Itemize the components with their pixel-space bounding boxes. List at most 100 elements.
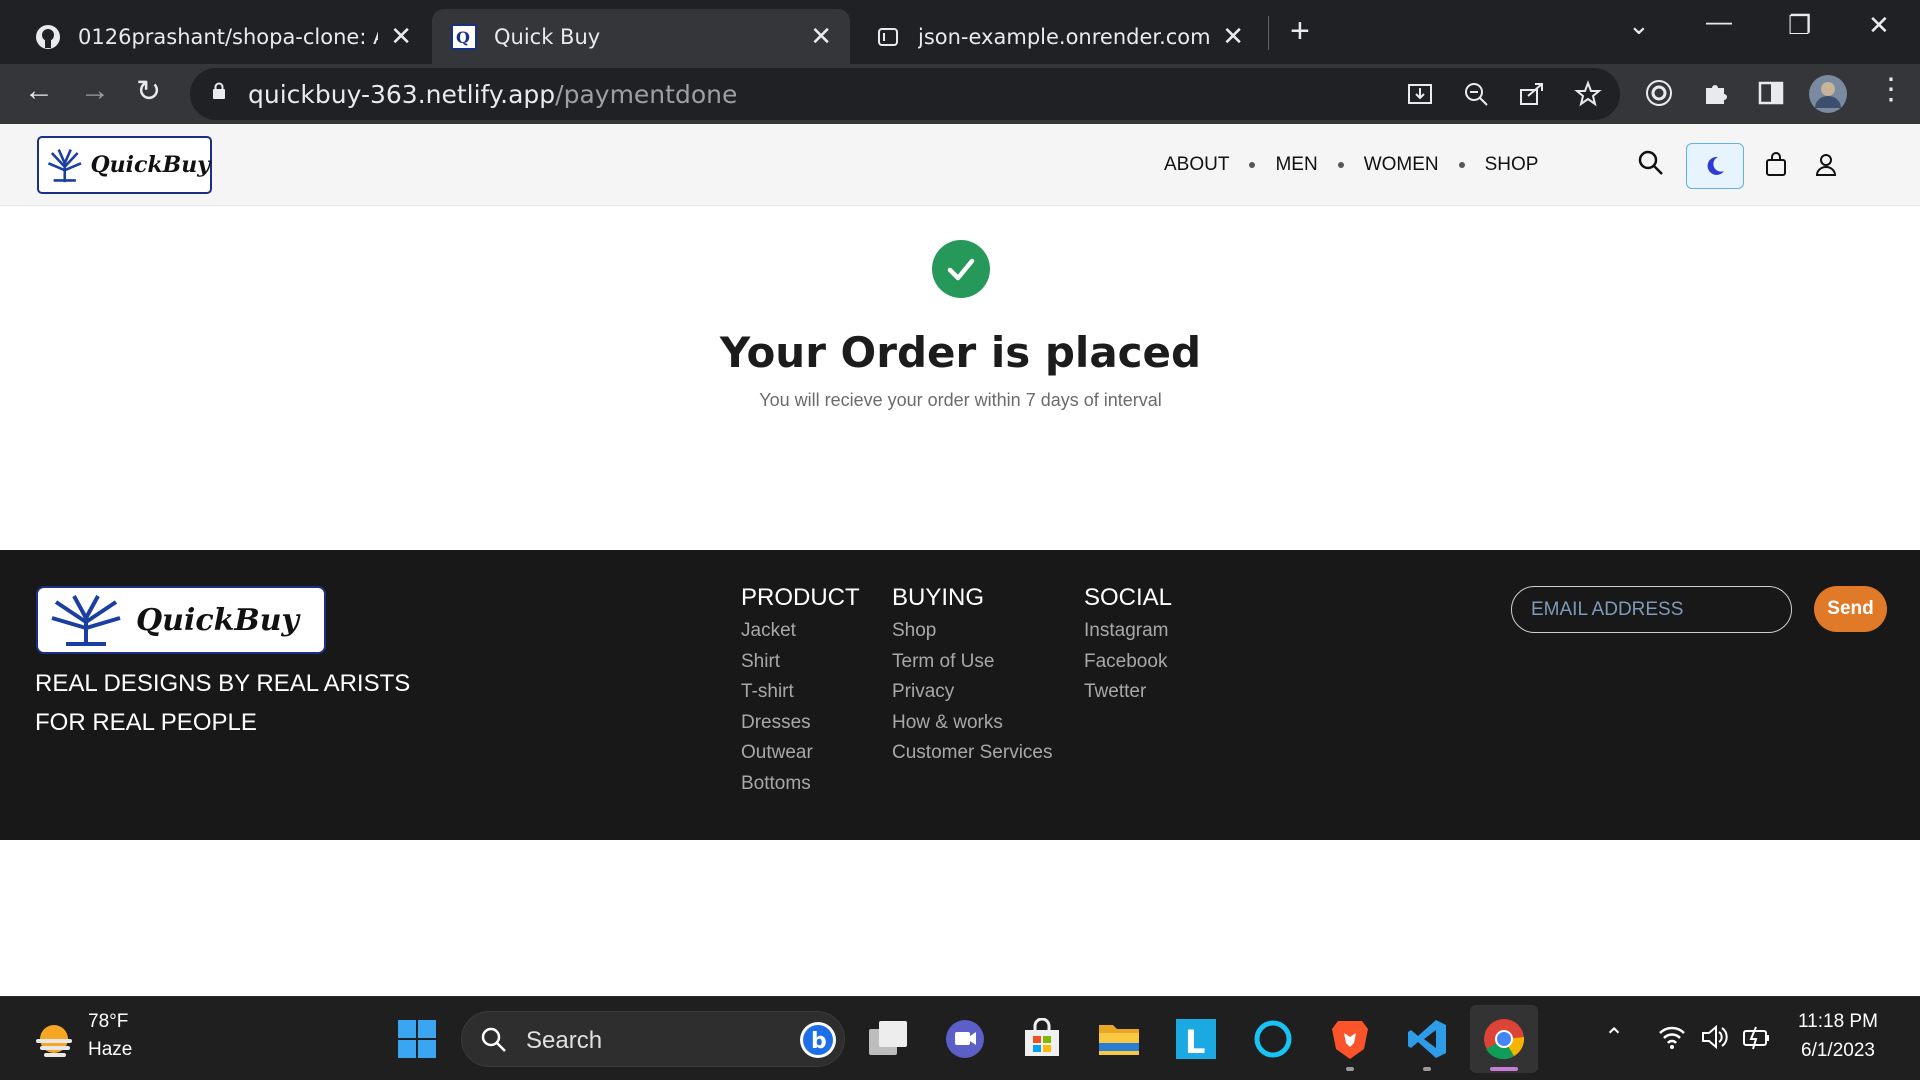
cortana-icon[interactable] (1249, 1015, 1297, 1063)
footer-link[interactable]: Term of Use (892, 647, 1053, 678)
user-icon[interactable] (1814, 152, 1838, 176)
close-icon[interactable]: ✕ (810, 22, 832, 52)
footer-link[interactable]: Outwear (741, 738, 860, 769)
minimize-icon[interactable]: — (1706, 6, 1732, 37)
footer-link[interactable]: Customer Services (892, 738, 1053, 769)
chrome-icon[interactable] (1480, 1015, 1528, 1063)
footer-link[interactable]: Jacket (741, 616, 860, 647)
task-view-icon[interactable] (864, 1015, 912, 1063)
url-host: quickbuy-363.netlify.app (248, 80, 556, 109)
footer-link[interactable]: Facebook (1084, 647, 1172, 678)
footer-logo[interactable]: QuickBuy (36, 586, 326, 654)
microsoft-store-icon[interactable] (1018, 1015, 1066, 1063)
footer-link[interactable]: Bottoms (741, 769, 860, 800)
clock-date[interactable]: 6/1/2023 (1801, 1040, 1875, 1062)
footer-link[interactable]: Dresses (741, 708, 860, 739)
vscode-icon[interactable] (1403, 1015, 1451, 1063)
github-icon (34, 23, 62, 51)
back-icon[interactable]: ← (24, 74, 54, 108)
bing-icon[interactable]: b (798, 1020, 838, 1060)
browser-toolbar: ← → ↻ quickbuy-363.netlify.app/paymentdo… (0, 64, 1920, 124)
quickbuy-favicon: Q (450, 23, 478, 51)
nav-men[interactable]: MEN (1275, 154, 1317, 176)
order-confirmation: Your Order is placed You will recieve yo… (0, 206, 1920, 550)
nav-dot (1249, 162, 1256, 168)
browser-menu-icon[interactable]: ⋮ (1876, 72, 1906, 107)
forward-icon[interactable]: → (80, 74, 110, 108)
nav-women[interactable]: WOMEN (1364, 154, 1439, 176)
share-icon[interactable] (1518, 80, 1546, 108)
show-hidden-icons-icon[interactable]: ⌃ (1604, 1023, 1624, 1052)
tab-quick-buy[interactable]: Q Quick Buy ✕ (432, 9, 850, 64)
l-app-icon[interactable]: L (1172, 1015, 1220, 1063)
search-icon[interactable] (1637, 149, 1665, 177)
tab-search-icon[interactable]: ⌄ (1628, 10, 1650, 41)
send-button[interactable]: Send (1814, 586, 1887, 632)
brave-browser-icon[interactable] (1326, 1015, 1374, 1063)
address-bar[interactable]: quickbuy-363.netlify.app/paymentdone (190, 68, 1620, 120)
running-indicator (1346, 1067, 1354, 1071)
install-icon[interactable] (1406, 80, 1434, 108)
shopping-bag-icon[interactable] (1764, 151, 1788, 177)
teams-chat-icon[interactable] (941, 1015, 989, 1063)
extension-target-icon[interactable] (1644, 78, 1674, 108)
tagline-line-2: FOR REAL PEOPLE (35, 709, 257, 736)
bookmark-star-icon[interactable] (1574, 80, 1602, 108)
svg-text:b: b (811, 1029, 827, 1054)
url-text[interactable]: quickbuy-363.netlify.app/paymentdone (248, 80, 737, 109)
extensions-puzzle-icon[interactable] (1700, 78, 1730, 108)
nav-shop[interactable]: SHOP (1485, 154, 1539, 176)
footer-link[interactable]: How & works (892, 708, 1053, 739)
footer-column-social: SOCIAL Instagram Facebook Twetter (1084, 584, 1172, 708)
tab-separator (1268, 16, 1269, 50)
svg-text:L: L (1185, 1023, 1205, 1060)
logo-text: QuickBuy (90, 152, 210, 178)
tab-github[interactable]: 0126prashant/shopa-clone: A full ✕ (16, 9, 430, 64)
taskbar-search[interactable]: Search b (461, 1011, 845, 1067)
browser-tabstrip: 0126prashant/shopa-clone: A full ✕ Q Qui… (0, 0, 1920, 64)
new-tab-icon[interactable]: + (1290, 12, 1310, 51)
close-icon[interactable]: ✕ (390, 22, 412, 52)
site-footer: QuickBuy REAL DESIGNS BY REAL ARISTS FOR… (0, 550, 1920, 840)
active-indicator (1490, 1067, 1518, 1071)
main-nav: ABOUT MEN WOMEN SHOP (1164, 154, 1538, 176)
battery-charging-icon[interactable] (1742, 1023, 1772, 1051)
footer-column-product: PRODUCT Jacket Shirt T-shirt Dresses Out… (741, 584, 860, 799)
close-window-icon[interactable]: ✕ (1868, 10, 1890, 41)
footer-link[interactable]: Twetter (1084, 677, 1172, 708)
weather-temperature[interactable]: 78°F (88, 1011, 128, 1033)
haze-weather-icon[interactable] (32, 1019, 76, 1063)
nav-about[interactable]: ABOUT (1164, 154, 1229, 176)
logo-tree-icon (51, 595, 121, 646)
restore-icon[interactable]: ❐ (1788, 10, 1811, 41)
moon-icon (1707, 156, 1724, 175)
site-logo[interactable]: QuickBuy (37, 136, 212, 194)
tab-json-example[interactable]: json-example.onrender.com/user ✕ (856, 9, 1262, 64)
side-panel-icon[interactable] (1756, 78, 1786, 108)
footer-link[interactable]: Privacy (892, 677, 1053, 708)
search-icon (481, 1027, 506, 1052)
lock-icon (213, 82, 225, 99)
weather-description[interactable]: Haze (88, 1039, 132, 1061)
windows-start-icon[interactable] (393, 1015, 441, 1063)
logo-tree-icon (47, 149, 82, 183)
email-field[interactable] (1511, 586, 1792, 633)
nav-dot (1458, 162, 1465, 168)
column-heading: PRODUCT (741, 584, 860, 611)
close-icon[interactable]: ✕ (1222, 22, 1244, 52)
footer-link[interactable]: Shirt (741, 647, 860, 678)
clock-time[interactable]: 11:18 PM (1798, 1011, 1878, 1033)
file-explorer-icon[interactable] (1095, 1015, 1143, 1063)
tab-title: json-example.onrender.com/user (918, 24, 1211, 49)
svg-text:Q: Q (456, 28, 470, 47)
footer-link[interactable]: T-shirt (741, 677, 860, 708)
footer-link[interactable]: Instagram (1084, 616, 1172, 647)
dark-mode-toggle[interactable] (1686, 143, 1744, 189)
wifi-icon[interactable] (1658, 1023, 1686, 1051)
order-subtitle: You will recieve your order within 7 day… (759, 390, 1162, 410)
volume-icon[interactable] (1700, 1023, 1728, 1051)
reload-icon[interactable]: ↻ (136, 74, 161, 109)
zoom-out-icon[interactable] (1462, 80, 1490, 108)
footer-link[interactable]: Shop (892, 616, 1053, 647)
profile-avatar[interactable] (1808, 74, 1848, 114)
